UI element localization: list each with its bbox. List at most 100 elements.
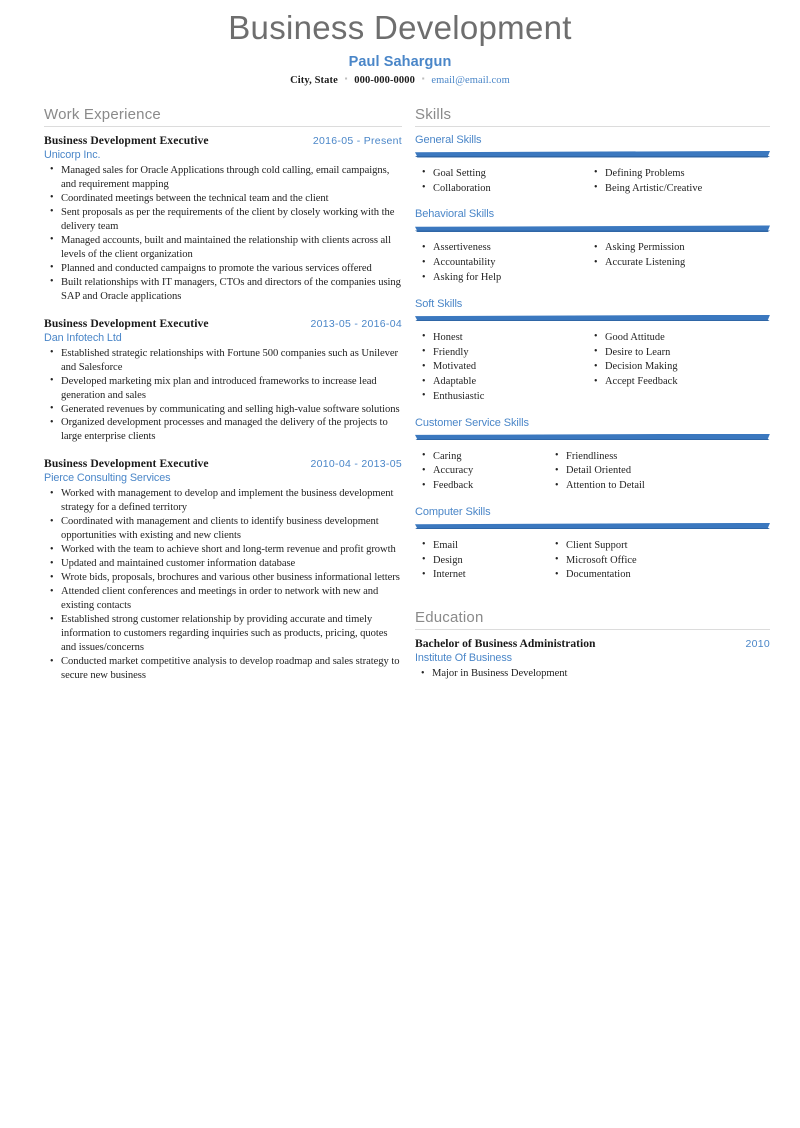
- list-item: Caring: [422, 449, 548, 465]
- skill-items: Client SupportMicrosoft OfficeDocumentat…: [548, 538, 770, 583]
- skill-columns: EmailDesignInternetClient SupportMicroso…: [415, 538, 770, 583]
- work-entry: Business Development Executive 2010-04 - …: [44, 457, 402, 683]
- list-item: Coordinated meetings between the technic…: [50, 191, 402, 206]
- work-entry-bullets: Managed sales for Oracle Applications th…: [44, 163, 402, 304]
- skill-group-divider-bar: [415, 434, 770, 442]
- list-item: Being Artistic/Creative: [594, 181, 770, 197]
- work-entry-head: Business Development Executive 2016-05 - …: [44, 134, 402, 147]
- left-column: Work Experience Business Development Exe…: [44, 106, 402, 696]
- skill-group-divider-bar: [415, 523, 770, 531]
- skill-group-title: Computer Skills: [415, 505, 491, 518]
- skills-heading: Skills: [415, 106, 770, 127]
- list-item: Built relationships with IT managers, CT…: [50, 275, 402, 304]
- list-item: Worked with management to develop and im…: [50, 487, 402, 515]
- education-school: Institute Of Business: [415, 652, 512, 665]
- skill-items: Goal SettingCollaboration: [415, 166, 587, 197]
- contact-line: City, State ▪ 000-000-0000 ▪ email@email…: [0, 73, 800, 86]
- education-section: Education Bachelor of Business Administr…: [415, 609, 770, 681]
- skills-list: General Skills Goal SettingCollaboration D…: [415, 134, 770, 583]
- work-entry-organization: Unicorp Inc.: [44, 148, 101, 161]
- list-item: Client Support: [555, 538, 770, 554]
- list-item: Asking for Help: [422, 271, 587, 286]
- skill-group-title: Customer Service Skills: [415, 416, 529, 429]
- list-item: Managed sales for Oracle Applications th…: [50, 163, 402, 192]
- skill-columns: AssertivenessAccountabilityAsking for He…: [415, 241, 770, 285]
- resume-page: Business Development Paul Sahargun City,…: [0, 0, 800, 1128]
- skill-group: Customer Service Skills CaringAccuracyFee…: [415, 417, 770, 494]
- skill-column: CaringAccuracyFeedback: [415, 449, 548, 494]
- education-degree: Bachelor of Business Administration: [415, 637, 596, 651]
- work-entry-date: 2016-05 - Present: [312, 134, 402, 147]
- list-item: Documentation: [555, 568, 770, 583]
- right-column: Skills General Skills Goal SettingCollabo…: [415, 106, 770, 694]
- list-item: Developed marketing mix plan and introdu…: [50, 374, 402, 403]
- list-item: Enthusiastic: [422, 389, 587, 405]
- list-item: Accurate Listening: [594, 256, 770, 271]
- list-item: Sent proposals as per the requirements o…: [50, 205, 402, 234]
- list-item: Goal Setting: [422, 166, 587, 182]
- list-item: Managed accounts, built and maintained t…: [50, 233, 402, 262]
- education-heading: Education: [415, 609, 770, 631]
- skill-items: Asking PermissionAccurate Listening: [587, 241, 770, 271]
- contact-email[interactable]: email@email.com: [431, 75, 510, 86]
- list-item: Attended client conferences and meetings…: [50, 585, 402, 613]
- list-item: Updated and maintained customer informat…: [50, 557, 402, 571]
- work-entry-date: 2013-05 - 2016-04: [310, 317, 402, 330]
- work-entry-head: Business Development Executive 2013-05 - …: [44, 317, 402, 330]
- list-item: Established strategic relationships with…: [50, 346, 402, 375]
- skill-columns: CaringAccuracyFeedbackFriendlinessDetail…: [415, 449, 770, 494]
- skill-column: EmailDesignInternet: [415, 538, 548, 583]
- skill-group: Soft Skills HonestFriendlyMotivatedAdapta…: [415, 298, 770, 405]
- skill-column: AssertivenessAccountabilityAsking for He…: [415, 241, 587, 285]
- resume-header: Business Development Paul Sahargun City,…: [0, 0, 800, 86]
- contact-phone: 000-000-0000: [354, 74, 415, 86]
- skill-column: FriendlinessDetail OrientedAttention to …: [548, 449, 770, 494]
- list-item: Honest: [422, 330, 587, 346]
- skill-items: Good AttitudeDesire to LearnDecision Mak…: [587, 330, 770, 390]
- list-item: Asking Permission: [594, 241, 770, 256]
- list-item: Motivated: [422, 360, 587, 375]
- skill-group-title: General Skills: [415, 133, 482, 146]
- list-item: Accountability: [422, 256, 587, 271]
- skill-column: Good AttitudeDesire to LearnDecision Mak…: [587, 330, 770, 405]
- education-bullets: Major in Business Development: [415, 667, 770, 681]
- skill-columns: HonestFriendlyMotivatedAdaptableEnthusia…: [415, 330, 770, 405]
- list-item: Feedback: [422, 479, 548, 494]
- page-title: Business Development: [228, 9, 572, 46]
- list-item: Email: [422, 538, 548, 554]
- skill-items: HonestFriendlyMotivatedAdaptableEnthusia…: [415, 330, 587, 405]
- work-entry-head: Business Development Executive 2010-04 - …: [44, 457, 402, 470]
- education-entry-head: Bachelor of Business Administration 2010: [415, 637, 770, 650]
- work-entry: Business Development Executive 2013-05 - …: [44, 317, 402, 445]
- work-experience-heading: Work Experience: [44, 106, 402, 127]
- contact-location: City, State: [290, 74, 338, 86]
- work-entry-bullets: Worked with management to develop and im…: [44, 487, 402, 683]
- list-item: Worked with the team to achieve short an…: [50, 543, 402, 557]
- list-item: Internet: [422, 568, 548, 583]
- skill-items: CaringAccuracyFeedback: [415, 449, 548, 494]
- skill-column: HonestFriendlyMotivatedAdaptableEnthusia…: [415, 330, 587, 405]
- list-item: Friendly: [422, 345, 587, 361]
- list-item: Planned and conducted campaigns to promo…: [50, 261, 402, 276]
- education-year: 2010: [745, 638, 770, 651]
- list-item: Conducted market competitive analysis to…: [50, 655, 402, 683]
- work-entry-role: Business Development Executive: [44, 316, 209, 330]
- skill-group-divider-bar: [415, 225, 770, 233]
- list-item: Good Attitude: [594, 330, 770, 346]
- skill-group: Behavioral Skills AssertivenessAccountabi…: [415, 208, 770, 285]
- contact-separator-icon: ▪: [344, 73, 348, 83]
- list-item: Generated revenues by communicating and …: [50, 402, 402, 417]
- skill-group: General SkillsGoal SettingCollaborationD…: [415, 134, 770, 197]
- work-entry-bullets: Established strategic relationships with…: [44, 346, 402, 445]
- skill-column: Goal SettingCollaboration: [415, 166, 587, 197]
- education-entry: Bachelor of Business Administration 2010…: [415, 637, 770, 681]
- list-item: Accept Feedback: [594, 375, 770, 390]
- list-item: Attention to Detail: [555, 479, 770, 494]
- list-item: Established strong customer relationship…: [50, 613, 402, 655]
- skill-items: EmailDesignInternet: [415, 538, 548, 583]
- skill-group-title: Soft Skills: [415, 297, 463, 310]
- list-item: Coordinated with management and clients …: [50, 515, 402, 543]
- list-item: Friendliness: [555, 449, 770, 465]
- skill-group: Computer SkillsEmailDesignInternetClient…: [415, 506, 770, 583]
- work-entry-organization: Pierce Consulting Services: [44, 472, 171, 485]
